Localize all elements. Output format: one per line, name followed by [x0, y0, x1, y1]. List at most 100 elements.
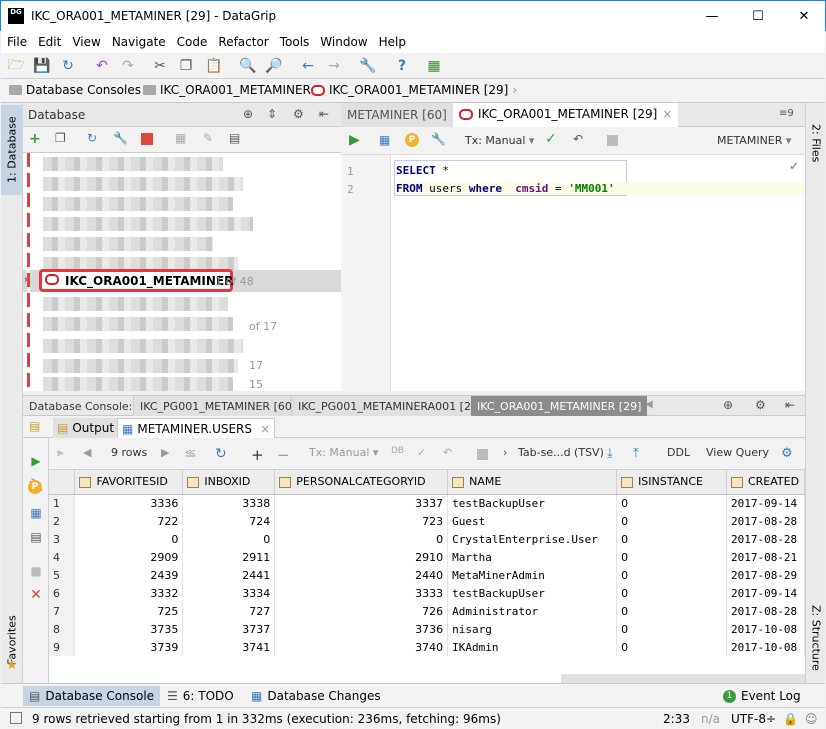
- maximize-button[interactable]: ☐: [735, 1, 781, 31]
- split-icon[interactable]: ▤: [27, 528, 45, 546]
- table-cell[interactable]: 3337: [274, 494, 449, 512]
- table-cell[interactable]: testBackupUser: [447, 494, 618, 512]
- tab-todo[interactable]: ☰ 6: TODO: [161, 686, 240, 706]
- table-cell[interactable]: 0: [616, 512, 727, 530]
- layout-icon[interactable]: ▦: [27, 504, 45, 522]
- tree-item[interactable]: [43, 237, 213, 251]
- editor-tab[interactable]: METAMINER [60]×: [341, 103, 468, 127]
- redo-icon[interactable]: ↷: [119, 57, 137, 75]
- hide-panel-icon[interactable]: ⇤: [319, 107, 329, 121]
- menu-window[interactable]: Window: [314, 35, 372, 49]
- table-cell[interactable]: 726: [274, 602, 449, 620]
- table-cell[interactable]: 2017-08-29: [726, 566, 805, 584]
- table-cell[interactable]: 0: [616, 566, 727, 584]
- tree-item[interactable]: [43, 339, 243, 353]
- close-icon[interactable]: ×: [260, 422, 270, 436]
- console-tab[interactable]: IKC_PG001_METAMINER [60]: [133, 396, 303, 416]
- refresh-icon[interactable]: ↻: [87, 131, 97, 145]
- properties-icon[interactable]: 🔧: [113, 131, 128, 145]
- menu-view[interactable]: View: [66, 35, 105, 49]
- column-header[interactable]: CREATED: [726, 470, 805, 495]
- table-cell[interactable]: 0: [616, 584, 727, 602]
- table-cell[interactable]: 725: [74, 602, 184, 620]
- table-row[interactable]: 2 722 724 723 Guest 0 2017-08-28: [49, 512, 805, 530]
- table-cell[interactable]: 3332: [74, 584, 184, 602]
- table-cell[interactable]: 2441: [182, 566, 276, 584]
- download-icon[interactable]: ⤓: [607, 446, 613, 461]
- table-cell[interactable]: 2017-08-28: [726, 602, 805, 620]
- tree-item[interactable]: [43, 197, 233, 211]
- table-cell[interactable]: 3740: [274, 638, 449, 656]
- layout-toggle-icon[interactable]: [10, 712, 22, 724]
- table-cell[interactable]: 2439: [74, 566, 184, 584]
- tx-mode-dropdown[interactable]: Tx: Manual ▾: [309, 446, 378, 459]
- table-row[interactable]: 4 2909 2911 2910 Martha 0 2017-08-21: [49, 548, 805, 566]
- copy-icon[interactable]: ❐: [55, 131, 66, 145]
- wrench-icon[interactable]: 🔧: [431, 132, 446, 146]
- table-cell[interactable]: 2017-10-08: [726, 638, 805, 656]
- tab-result[interactable]: ▦ METAMINER.USERS ×: [117, 418, 276, 438]
- table-cell[interactable]: 3741: [182, 638, 276, 656]
- console-tab[interactable]: IKC_PG001_METAMINERA001 [22]: [291, 396, 489, 416]
- table-row[interactable]: 9 3739 3741 3740 IKAdmin 0 2017-10-08: [49, 638, 805, 656]
- table-cell[interactable]: 723: [274, 512, 449, 530]
- scroll-left-icon[interactable]: ◀: [645, 399, 653, 410]
- first-page-icon[interactable]: ⪢: [57, 446, 63, 460]
- table-cell[interactable]: 2017-09-14: [726, 584, 805, 602]
- menu-file[interactable]: File: [1, 35, 32, 49]
- gear-icon[interactable]: ⚙: [293, 107, 304, 121]
- table-cell[interactable]: 2440: [274, 566, 449, 584]
- table-cell[interactable]: 2017-09-14: [726, 494, 805, 512]
- table-cell[interactable]: Martha: [447, 548, 618, 566]
- last-page-icon[interactable]: ⪣: [185, 446, 196, 460]
- run-icon[interactable]: ▶: [27, 452, 45, 470]
- table-cell[interactable]: 0: [274, 530, 449, 548]
- file-encoding[interactable]: UTF-8÷: [731, 712, 776, 726]
- stop-icon[interactable]: [141, 133, 153, 145]
- settings-wrench-icon[interactable]: 🔧: [359, 57, 377, 75]
- tree-item[interactable]: [43, 377, 233, 391]
- tree-item[interactable]: [43, 177, 243, 191]
- commit-icon[interactable]: ✓: [545, 131, 557, 147]
- plugin-icon[interactable]: ▦: [425, 57, 443, 75]
- hide-panel-icon[interactable]: ⇤: [785, 398, 795, 412]
- table-row[interactable]: 7 725 727 726 Administrator 0 2017-08-28: [49, 602, 805, 620]
- breadcrumb-item[interactable]: IKC_ORA001_METAMINER›: [143, 83, 320, 97]
- breadcrumb-item[interactable]: IKC_ORA001_METAMINER [29] ›: [311, 83, 517, 97]
- commit-icon[interactable]: ✓: [417, 446, 426, 459]
- prev-page-icon[interactable]: ◀: [83, 446, 91, 459]
- table-row[interactable]: 5 2439 2441 2440 MetaMinerAdmin 0 2017-08-29: [49, 566, 805, 584]
- table-cell[interactable]: 3736: [274, 620, 449, 638]
- table-icon[interactable]: ▦: [175, 131, 186, 145]
- console-tab-active[interactable]: IKC_ORA001_METAMINER [29]: [471, 396, 648, 416]
- table-cell[interactable]: 0: [616, 494, 727, 512]
- table-cell[interactable]: 2910: [274, 548, 449, 566]
- table-row[interactable]: 8 3735 3737 3736 nisarg 0 2017-10-08: [49, 620, 805, 638]
- upload-icon[interactable]: ⤒: [633, 446, 639, 461]
- menu-edit[interactable]: Edit: [32, 35, 66, 49]
- rollback-icon[interactable]: ↶: [573, 132, 583, 146]
- tree-item[interactable]: [43, 359, 238, 373]
- table-cell[interactable]: 3336: [74, 494, 184, 512]
- table-row[interactable]: 6 3332 3334 3333 testBackupUser 0 2017-09-14: [49, 584, 805, 602]
- parameters-icon[interactable]: P: [405, 133, 419, 147]
- menu-navigate[interactable]: Navigate: [106, 35, 171, 49]
- tree-item[interactable]: [43, 217, 253, 231]
- settings-icon[interactable]: ▦: [379, 133, 390, 147]
- table-cell[interactable]: 2017-10-08: [726, 620, 805, 638]
- cut-icon[interactable]: ✂: [151, 57, 169, 75]
- parameters-icon[interactable]: P: [28, 480, 42, 494]
- table-cell[interactable]: 0: [182, 530, 276, 548]
- db-icon[interactable]: DB: [391, 446, 404, 456]
- tx-mode-dropdown[interactable]: Tx: Manual ▾: [465, 134, 534, 147]
- table-cell[interactable]: 724: [182, 512, 276, 530]
- table-row[interactable]: 3 0 0 0 CrystalEnterprise.User 0 2017-08-28: [49, 530, 805, 548]
- menu-code[interactable]: Code: [171, 35, 213, 49]
- column-header[interactable]: ISINSTANCE: [616, 470, 727, 495]
- table-row[interactable]: 1 3336 3338 3337 testBackupUser 0 2017-09-14: [49, 494, 805, 512]
- close-icon[interactable]: ×: [662, 107, 672, 121]
- table-cell[interactable]: 722: [74, 512, 184, 530]
- sync-icon[interactable]: ↻: [59, 57, 77, 75]
- table-cell[interactable]: IKAdmin: [447, 638, 618, 656]
- horizontal-scrollbar[interactable]: [561, 674, 805, 683]
